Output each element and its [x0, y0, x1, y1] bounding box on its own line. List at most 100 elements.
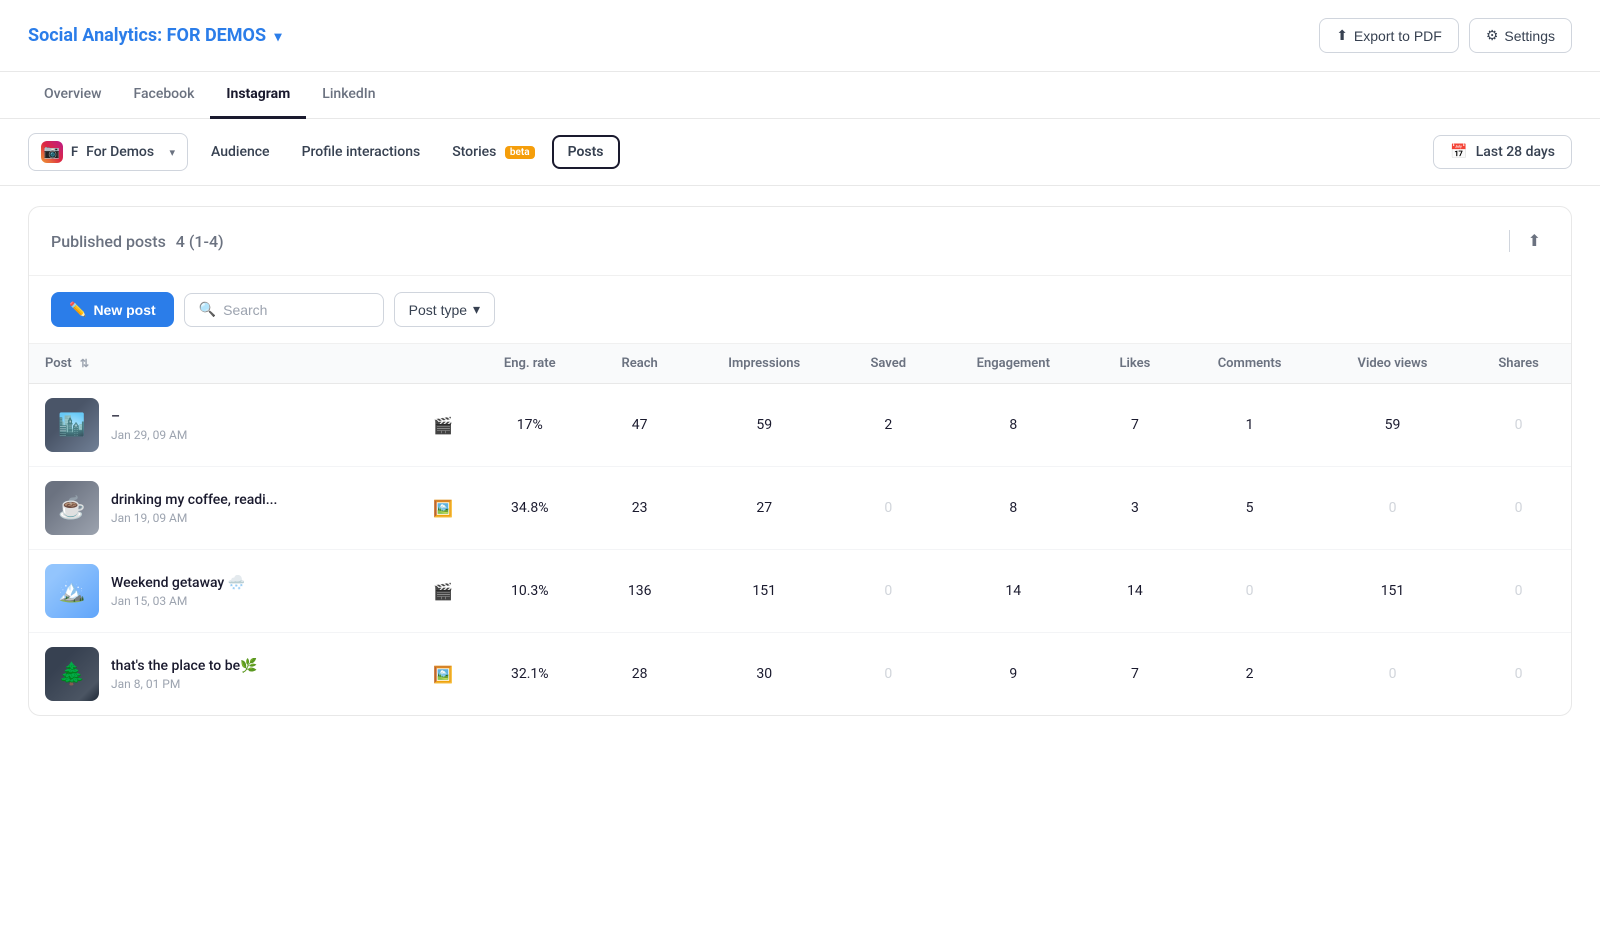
post-date: Jan 29, 09 AM — [111, 428, 413, 442]
beta-badge: beta — [505, 146, 535, 159]
account-chevron-icon: ▾ — [169, 146, 175, 159]
reach-cell: 47 — [590, 384, 689, 467]
engagement-cell: 8 — [937, 467, 1089, 550]
saved-cell: 0 — [839, 467, 937, 550]
tab-linkedin[interactable]: LinkedIn — [306, 72, 391, 119]
shares-cell: 0 — [1466, 633, 1571, 716]
post-title: Weekend getaway 🌨️ — [111, 575, 371, 591]
date-range-button[interactable]: 📅 Last 28 days — [1433, 135, 1572, 169]
engagement-cell: 8 — [937, 384, 1089, 467]
upload-icon: ⬆ — [1336, 27, 1348, 44]
reach-cell: 136 — [590, 550, 689, 633]
col-likes: Likes — [1089, 344, 1180, 384]
brand-name: FOR DEMOS — [167, 25, 266, 46]
video-views-cell: 59 — [1319, 384, 1466, 467]
settings-button[interactable]: ⚙ Settings — [1469, 18, 1572, 53]
likes-cell: 7 — [1089, 384, 1180, 467]
section-count: 4 (1-4) — [176, 232, 224, 251]
impressions-cell: 151 — [689, 550, 839, 633]
post-type-label: Post type — [409, 302, 467, 318]
shares-cell: 0 — [1466, 384, 1571, 467]
post-cell-2: 🏔️ Weekend getaway 🌨️ Jan 15, 03 AM 🎬 — [29, 550, 469, 633]
post-type-icon: 🖼️ — [433, 499, 453, 518]
post-info: drinking my coffee, readi... Jan 19, 09 … — [111, 492, 413, 525]
reach-cell: 23 — [590, 467, 689, 550]
brand-chevron[interactable]: ▾ — [275, 29, 282, 45]
export-pdf-button[interactable]: ⬆ Export to PDF — [1319, 18, 1459, 53]
gear-icon: ⚙ — [1486, 27, 1499, 44]
col-shares: Shares — [1466, 344, 1571, 384]
comments-cell: 0 — [1180, 550, 1319, 633]
col-impressions: Impressions — [689, 344, 839, 384]
comments-cell: 5 — [1180, 467, 1319, 550]
comments-cell: 1 — [1180, 384, 1319, 467]
sub-header-left: 📷 F For Demos ▾ Audience Profile interac… — [28, 133, 620, 171]
account-selector[interactable]: 📷 F For Demos ▾ — [28, 133, 188, 171]
impressions-cell: 27 — [689, 467, 839, 550]
impressions-cell: 30 — [689, 633, 839, 716]
search-icon: 🔍 — [199, 302, 216, 318]
post-type-icon: 🎬 — [433, 582, 453, 601]
eng-rate-cell: 32.1% — [469, 633, 590, 716]
post-thumbnail: 🏙️ — [45, 398, 99, 452]
post-type-icon: 🖼️ — [433, 665, 453, 684]
sub-header: 📷 F For Demos ▾ Audience Profile interac… — [0, 119, 1600, 186]
new-post-label: New post — [93, 302, 155, 318]
post-info: that's the place to be🌿 Jan 8, 01 PM — [111, 658, 413, 691]
saved-cell: 0 — [839, 550, 937, 633]
filter-profile-interactions[interactable]: Profile interactions — [287, 136, 436, 168]
saved-cell: 2 — [839, 384, 937, 467]
col-video-views: Video views — [1319, 344, 1466, 384]
video-views-cell: 0 — [1319, 467, 1466, 550]
section-export-button[interactable]: ⬆ — [1520, 225, 1549, 257]
tab-overview[interactable]: Overview — [28, 72, 117, 119]
filter-posts[interactable]: Posts — [552, 135, 620, 169]
table-header-row: Post ⇅ Eng. rate Reach Impressions Saved… — [29, 344, 1571, 384]
col-reach: Reach — [590, 344, 689, 384]
post-cell-1: ☕ drinking my coffee, readi... Jan 19, 0… — [29, 467, 469, 550]
post-date: Jan 19, 09 AM — [111, 511, 413, 525]
post-title: – — [111, 409, 371, 425]
posts-toolbar: ✏️ New post 🔍 Post type ▾ — [29, 276, 1571, 344]
post-title: that's the place to be🌿 — [111, 658, 371, 674]
eng-rate-cell: 10.3% — [469, 550, 590, 633]
col-post-label: Post — [45, 356, 72, 371]
chevron-down-icon: ▾ — [473, 301, 480, 318]
edit-icon: ✏️ — [69, 301, 86, 318]
tab-instagram[interactable]: Instagram — [210, 72, 306, 119]
post-cell-3: 🌲 that's the place to be🌿 Jan 8, 01 PM 🖼… — [29, 633, 469, 716]
shares-cell: 0 — [1466, 467, 1571, 550]
post-type-button[interactable]: Post type ▾ — [394, 292, 495, 327]
engagement-cell: 9 — [937, 633, 1089, 716]
table-row[interactable]: 🏔️ Weekend getaway 🌨️ Jan 15, 03 AM 🎬 10… — [29, 550, 1571, 633]
search-input[interactable] — [223, 302, 363, 318]
table-row[interactable]: ☕ drinking my coffee, readi... Jan 19, 0… — [29, 467, 1571, 550]
divider — [1509, 230, 1510, 252]
post-title: drinking my coffee, readi... — [111, 492, 371, 508]
table-row[interactable]: 🏙️ – Jan 29, 09 AM 🎬 17% 47 59 2 8 7 1 5… — [29, 384, 1571, 467]
main-content: Published posts 4 (1-4) ⬆ ✏️ New post � — [0, 186, 1600, 736]
post-thumbnail: 🌲 — [45, 647, 99, 701]
account-name: For Demos — [86, 144, 161, 160]
eng-rate-cell: 17% — [469, 384, 590, 467]
calendar-icon: 📅 — [1450, 144, 1467, 160]
new-post-button[interactable]: ✏️ New post — [51, 292, 174, 327]
filter-stories[interactable]: Stories beta — [437, 136, 549, 168]
post-cell-0: 🏙️ – Jan 29, 09 AM 🎬 — [29, 384, 469, 467]
export-label: Export to PDF — [1354, 28, 1442, 44]
sort-icon[interactable]: ⇅ — [80, 357, 89, 370]
filter-audience[interactable]: Audience — [196, 136, 285, 168]
app-title: Social Analytics: FOR DEMOS ▾ — [28, 25, 282, 46]
app-header: Social Analytics: FOR DEMOS ▾ ⬆ Export t… — [0, 0, 1600, 72]
likes-cell: 14 — [1089, 550, 1180, 633]
table-row[interactable]: 🌲 that's the place to be🌿 Jan 8, 01 PM 🖼… — [29, 633, 1571, 716]
shares-cell: 0 — [1466, 550, 1571, 633]
col-comments: Comments — [1180, 344, 1319, 384]
stories-label: Stories — [452, 144, 496, 160]
tab-facebook[interactable]: Facebook — [117, 72, 210, 119]
filter-tabs: Audience Profile interactions Stories be… — [196, 135, 620, 169]
col-saved: Saved — [839, 344, 937, 384]
posts-table: Post ⇅ Eng. rate Reach Impressions Saved… — [29, 344, 1571, 715]
post-info: Weekend getaway 🌨️ Jan 15, 03 AM — [111, 575, 413, 608]
settings-label: Settings — [1504, 28, 1555, 44]
